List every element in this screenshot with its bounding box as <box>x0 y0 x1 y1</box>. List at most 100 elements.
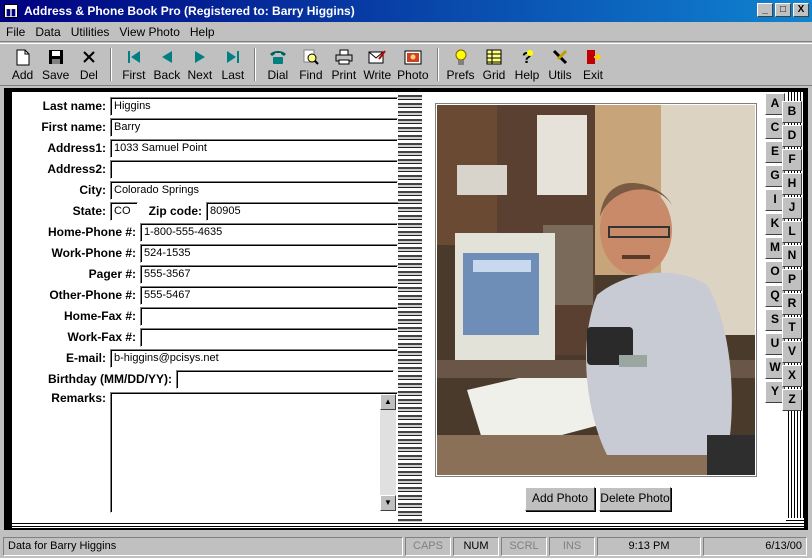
first-name-field[interactable]: Barry <box>110 117 398 137</box>
last-button[interactable]: Last <box>216 44 249 85</box>
home-fax-label: Home-Fax #: <box>63 309 136 323</box>
add-button[interactable]: Add <box>6 44 39 85</box>
magnifier-icon <box>302 48 320 66</box>
last-label: Last <box>221 68 245 82</box>
remarks-scrollbar[interactable]: ▲ ▼ <box>380 394 396 511</box>
spiral-binding <box>398 92 422 522</box>
scroll-up-icon[interactable]: ▲ <box>380 394 396 410</box>
telephone-icon <box>269 48 287 66</box>
photo-icon <box>404 48 422 66</box>
menu-help[interactable]: Help <box>190 25 215 39</box>
last-name-field[interactable]: Higgins <box>110 96 398 116</box>
previous-record-icon <box>158 48 176 66</box>
question-mark-icon: ? <box>518 48 536 66</box>
toolbar-separator <box>254 48 257 81</box>
state-field[interactable]: CO <box>110 201 138 221</box>
other-phone-field[interactable]: 555-5467 <box>140 285 398 305</box>
prefs-label: Prefs <box>446 68 475 82</box>
num-indicator: NUM <box>453 536 499 556</box>
menu-utilities[interactable]: Utilities <box>71 25 110 39</box>
book-icon[interactable]: ▮▮ <box>4 4 18 18</box>
tab-z[interactable]: Z <box>782 389 802 411</box>
contact-photo <box>437 105 755 475</box>
exit-button[interactable]: Exit <box>577 44 610 85</box>
prefs-button[interactable]: Prefs <box>444 44 478 85</box>
remarks-textarea[interactable]: ▲ ▼ <box>110 392 398 513</box>
tab-f[interactable]: F <box>782 149 802 171</box>
birthday-field[interactable] <box>176 369 394 389</box>
status-message: Data for Barry Higgins <box>3 536 403 556</box>
zip-field[interactable]: 80905 <box>206 201 402 221</box>
find-button[interactable]: Find <box>294 44 327 85</box>
insert-indicator: INS <box>549 536 595 556</box>
city-field[interactable]: Colorado Springs <box>110 180 398 200</box>
home-phone-field[interactable]: 1-800-555-4635 <box>140 222 398 242</box>
photo-button[interactable]: Photo <box>394 44 431 85</box>
photo-frame <box>435 103 757 477</box>
pager-label: Pager #: <box>88 267 136 281</box>
delete-button[interactable]: Del <box>72 44 105 85</box>
delete-x-icon <box>80 48 98 66</box>
tab-x[interactable]: X <box>782 365 802 387</box>
address1-label: Address1: <box>47 141 106 155</box>
tab-j[interactable]: J <box>782 197 802 219</box>
tab-n[interactable]: N <box>782 245 802 267</box>
status-bar: Data for Barry Higgins CAPS NUM SCRL INS… <box>0 534 812 558</box>
tab-d[interactable]: D <box>782 125 802 147</box>
scroll-down-icon[interactable]: ▼ <box>380 495 396 511</box>
address-book: Last name: Higgins First name: Barry Add… <box>4 88 808 530</box>
help-button[interactable]: ? Help <box>511 44 544 85</box>
print-button[interactable]: Print <box>327 44 360 85</box>
menu-view-photo[interactable]: View Photo <box>119 25 180 39</box>
work-fax-field[interactable] <box>140 327 398 347</box>
email-label: E-mail: <box>65 351 106 365</box>
first-name-label: First name: <box>41 120 106 134</box>
address1-field[interactable]: 1033 Samuel Point <box>110 138 398 158</box>
lightbulb-icon <box>452 48 470 66</box>
help-label: Help <box>514 68 540 82</box>
back-button[interactable]: Back <box>150 44 183 85</box>
tab-b[interactable]: B <box>782 101 802 123</box>
city-label: City: <box>79 183 106 197</box>
zip-label: Zip code: <box>148 204 202 218</box>
tab-t[interactable]: T <box>782 317 802 339</box>
pager-field[interactable]: 555-3567 <box>140 264 398 284</box>
grid-label: Grid <box>482 68 506 82</box>
letter-write-icon <box>368 48 387 66</box>
status-date: 6/13/00 <box>703 536 807 556</box>
tab-l[interactable]: L <box>782 221 802 243</box>
menu-data[interactable]: Data <box>35 25 60 39</box>
next-button[interactable]: Next <box>183 44 216 85</box>
tools-icon <box>551 48 569 66</box>
caps-indicator: CAPS <box>405 536 451 556</box>
tab-p[interactable]: P <box>782 269 802 291</box>
email-field[interactable]: b-higgins@pcisys.net <box>110 348 398 368</box>
maximize-button[interactable]: □ <box>775 3 791 17</box>
work-phone-field[interactable]: 524-1535 <box>140 243 398 263</box>
birthday-label: Birthday (MM/DD/YY): <box>48 372 172 386</box>
minimize-button[interactable]: _ <box>757 3 773 17</box>
home-fax-field[interactable] <box>140 306 398 326</box>
remarks-label: Remarks: <box>51 391 106 405</box>
utils-button[interactable]: Utils <box>544 44 577 85</box>
save-button[interactable]: Save <box>39 44 72 85</box>
add-photo-button[interactable]: Add Photo <box>525 487 595 511</box>
write-label: Write <box>363 68 392 82</box>
add-label: Add <box>11 68 34 82</box>
first-button[interactable]: First <box>117 44 150 85</box>
next-record-icon <box>191 48 209 66</box>
tab-r[interactable]: R <box>782 293 802 315</box>
photo-page: Add Photo Delete Photo A C E G I K M O Q… <box>422 92 786 522</box>
dial-button[interactable]: Dial <box>261 44 294 85</box>
delete-photo-button[interactable]: Delete Photo <box>599 487 671 511</box>
tab-h[interactable]: H <box>782 173 802 195</box>
toolbar: Add Save Del First Back Next Last Dial F… <box>0 43 812 86</box>
grid-button[interactable]: Grid <box>478 44 511 85</box>
write-button[interactable]: Write <box>360 44 394 85</box>
close-button[interactable]: X <box>793 3 809 17</box>
toolbar-separator <box>110 48 113 81</box>
title-bar: ▮▮ Address & Phone Book Pro (Registered … <box>0 0 812 22</box>
menu-file[interactable]: File <box>6 25 25 39</box>
address2-field[interactable] <box>110 159 398 179</box>
tab-v[interactable]: V <box>782 341 802 363</box>
